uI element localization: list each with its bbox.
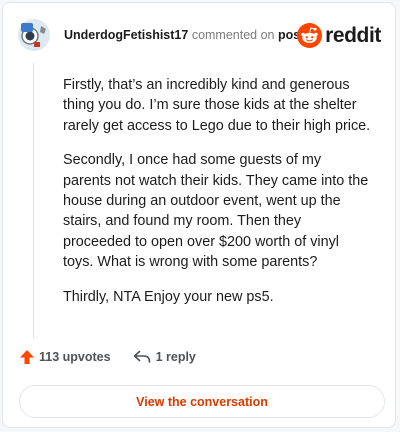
- comment-paragraph: Thirdly, NTA Enjoy your new ps5.: [63, 288, 274, 305]
- view-conversation-button[interactable]: View the conversation: [19, 385, 385, 418]
- commented-on-text: commented on: [191, 28, 275, 42]
- author-name[interactable]: UnderdogFetishist17: [64, 28, 188, 42]
- comment-card: UnderdogFetishist17 commented on post re…: [2, 2, 396, 428]
- upvote-count: 113 upvotes: [39, 350, 111, 364]
- thread-line: [33, 63, 34, 339]
- comment-paragraph: Secondly, I once had some guests of my p…: [63, 152, 369, 271]
- comment-header: UnderdogFetishist17 commented on post re…: [3, 3, 395, 63]
- reply-icon: [133, 350, 150, 363]
- reddit-wordmark: reddit: [325, 23, 381, 47]
- comment-paragraph: Firstly, that’s an incredibly kind and g…: [63, 77, 371, 134]
- reddit-logo-icon: [297, 23, 323, 48]
- view-conversation-label: View the conversation: [136, 394, 268, 409]
- avatar[interactable]: [17, 18, 51, 52]
- author-line: UnderdogFetishist17 commented on post: [64, 28, 304, 42]
- reddit-logo[interactable]: reddit: [297, 23, 381, 48]
- comment-body: Firstly, that’s an incredibly kind and g…: [63, 75, 373, 321]
- reply-count: 1 reply: [155, 350, 196, 364]
- upvote-button[interactable]: 113 upvotes: [19, 349, 111, 365]
- upvote-arrow-icon: [20, 350, 34, 364]
- comment-actions: 113 upvotes 1 reply: [19, 349, 196, 365]
- reply-button[interactable]: 1 reply: [133, 350, 196, 364]
